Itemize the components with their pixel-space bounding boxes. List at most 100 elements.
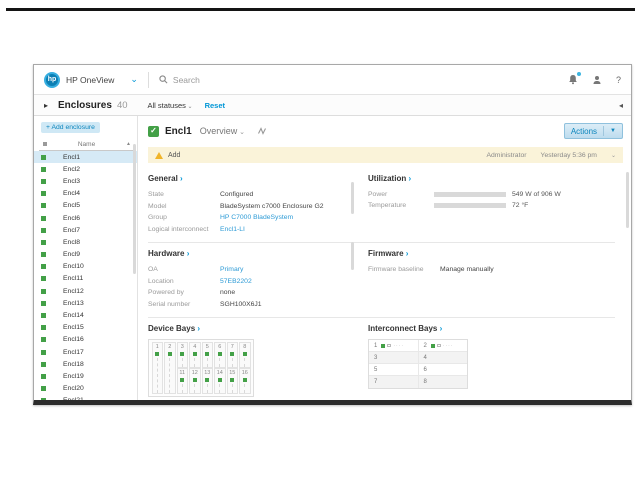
enclosure-list-item[interactable]: Encl21 [34,395,137,400]
device-bay-cell[interactable]: 1 [152,342,164,394]
enclosure-list-item[interactable]: Encl15 [34,322,137,334]
user-session-icon[interactable] [592,75,602,85]
device-bay-cell[interactable]: 15 [227,368,239,394]
actions-button[interactable]: Actions ▼ [564,123,623,139]
sort-ascending-icon[interactable]: ▲ [126,141,131,147]
enclosure-list-item[interactable]: Encl17 [34,346,137,358]
hardware-section-link[interactable]: Hardware [148,249,350,258]
device-bay-cell[interactable]: 16 [239,368,251,394]
general-section: General StateConfiguredModelBladeSystem … [148,173,350,235]
field-value-link[interactable]: Primary [220,264,243,276]
device-bay-cell[interactable]: 14 [214,368,226,394]
interconnect-bay-row: 1····2···· [369,340,467,352]
enclosure-name: Encl13 [63,300,84,307]
status-ok-icon [41,264,46,269]
device-bay-cell[interactable]: 13 [202,368,214,394]
enclosure-list-item[interactable]: Encl9 [34,249,137,261]
enclosure-list-item[interactable]: Encl19 [34,370,137,382]
enclosure-list-item[interactable]: Encl16 [34,334,137,346]
banner-right-icons: ? [568,74,621,85]
utilization-meters: Power549 W of 906 WTemperature72 °F [368,189,615,211]
device-bay-cell[interactable]: 11 [177,368,189,394]
blade-outline [207,358,208,367]
enclosure-list-item[interactable]: Encl5 [34,200,137,212]
enclosure-list-item[interactable]: Encl7 [34,224,137,236]
device-bay-column: 412 [189,342,201,394]
main-menu-chevron-icon[interactable]: ⌄ [130,74,138,85]
collapse-panel-icon[interactable]: ◂ [619,101,623,110]
map-view-icon[interactable] [257,126,267,136]
module-icon [387,344,391,347]
enclosure-list-item[interactable]: Encl4 [34,188,137,200]
interconnect-bay-cell[interactable]: 4 [419,352,468,363]
enclosure-list-item[interactable]: Encl6 [34,212,137,224]
column-scrollbar[interactable] [351,242,354,270]
device-bay-cell[interactable]: 4 [189,342,201,368]
interconnect-bay-cell[interactable]: 7 [369,376,419,388]
interconnect-bays-section: Interconnect Bays 1····2····345678 [368,323,615,397]
enclosure-list-item[interactable]: Encl18 [34,358,137,370]
general-section-link[interactable]: General [148,174,350,183]
status-filter-dropdown[interactable]: All statuses [148,101,193,110]
enclosure-list-item[interactable]: Encl11 [34,273,137,285]
help-icon[interactable]: ? [616,75,621,85]
interconnect-bays-section-link[interactable]: Interconnect Bays [368,324,615,333]
search-input[interactable]: Search [159,75,568,85]
utilization-section-link[interactable]: Utilization [368,174,615,183]
firmware-section-link[interactable]: Firmware [368,249,615,258]
interconnect-bay-cell[interactable]: 6 [419,364,468,375]
field-label: Model [148,201,220,213]
reset-filter-link[interactable]: Reset [205,101,225,110]
device-bay-cell[interactable]: 3 [177,342,189,368]
enclosure-list-item[interactable]: Encl2 [34,163,137,175]
device-bay-cell[interactable]: 2 [164,342,176,394]
field-value-link[interactable]: Encl1-LI [220,224,245,236]
section-row-3: Device Bays 12311412513614715816 Interco… [148,317,615,400]
list-header[interactable]: Name ▲ [39,138,134,151]
sidebar-scrollbar[interactable] [133,144,136,274]
interconnect-bay-cell[interactable]: 3 [369,352,419,363]
enclosure-list-item[interactable]: Encl20 [34,383,137,395]
top-banner: hp HP OneView ⌄ Search ? [34,65,631,95]
device-bay-cell[interactable]: 7 [227,342,239,368]
field-value-link[interactable]: HP C7000 BladeSystem [220,212,293,224]
interconnect-bay-cell[interactable]: 8 [419,376,468,388]
device-bay-cell[interactable]: 12 [189,368,201,394]
device-bay-cell[interactable]: 5 [202,342,214,368]
actions-chevron-icon: ▼ [610,128,616,134]
status-ok-icon [41,337,46,342]
enclosure-list-item[interactable]: Encl12 [34,285,137,297]
enclosure-list-item[interactable]: Encl3 [34,175,137,187]
enclosure-list-item[interactable]: Encl10 [34,261,137,273]
notification-expand-icon[interactable]: ⌄ [611,152,616,159]
device-bay-cell[interactable]: 6 [214,342,226,368]
enclosure-name: Encl12 [63,288,84,295]
interconnect-bay-cell[interactable]: 2···· [419,340,468,351]
view-selector-dropdown[interactable]: Overview [200,126,245,136]
column-scrollbar[interactable] [351,182,354,214]
enclosure-list-item[interactable]: Encl8 [34,236,137,248]
status-ok-icon [41,191,46,196]
field-row: StateConfigured [148,189,350,201]
device-bays-diagram: 12311412513614715816 [148,339,254,397]
add-enclosure-button[interactable]: + Add enclosure [41,122,100,133]
device-bay-cell[interactable]: 8 [239,342,251,368]
enclosure-list-item[interactable]: Encl1 [34,151,137,163]
notifications-bell-icon[interactable] [568,74,578,85]
name-column-header[interactable]: Name [47,141,126,148]
field-label: Powered by [148,287,220,299]
device-bay-column: 1 [152,342,164,394]
interconnect-bay-number: 4 [424,355,427,361]
enclosure-list-item[interactable]: Encl13 [34,297,137,309]
interconnect-bay-cell[interactable]: 1···· [369,340,419,351]
field-value: Configured [220,189,253,201]
menu-expander-icon[interactable]: ▸ [44,101,48,110]
interconnect-bay-cell[interactable]: 5 [369,364,419,375]
enclosure-list-item[interactable]: Encl14 [34,309,137,321]
main-scrollbar[interactable] [626,172,629,228]
enclosure-name: Encl14 [63,312,84,319]
overview-sections: General StateConfiguredModelBladeSystem … [138,165,631,400]
device-bays-section-link[interactable]: Device Bays [148,324,350,333]
notification-bar[interactable]: Add Administrator Yesterday 5:36 pm ⌄ [148,147,623,163]
field-value-link[interactable]: 57EB2202 [220,276,252,288]
